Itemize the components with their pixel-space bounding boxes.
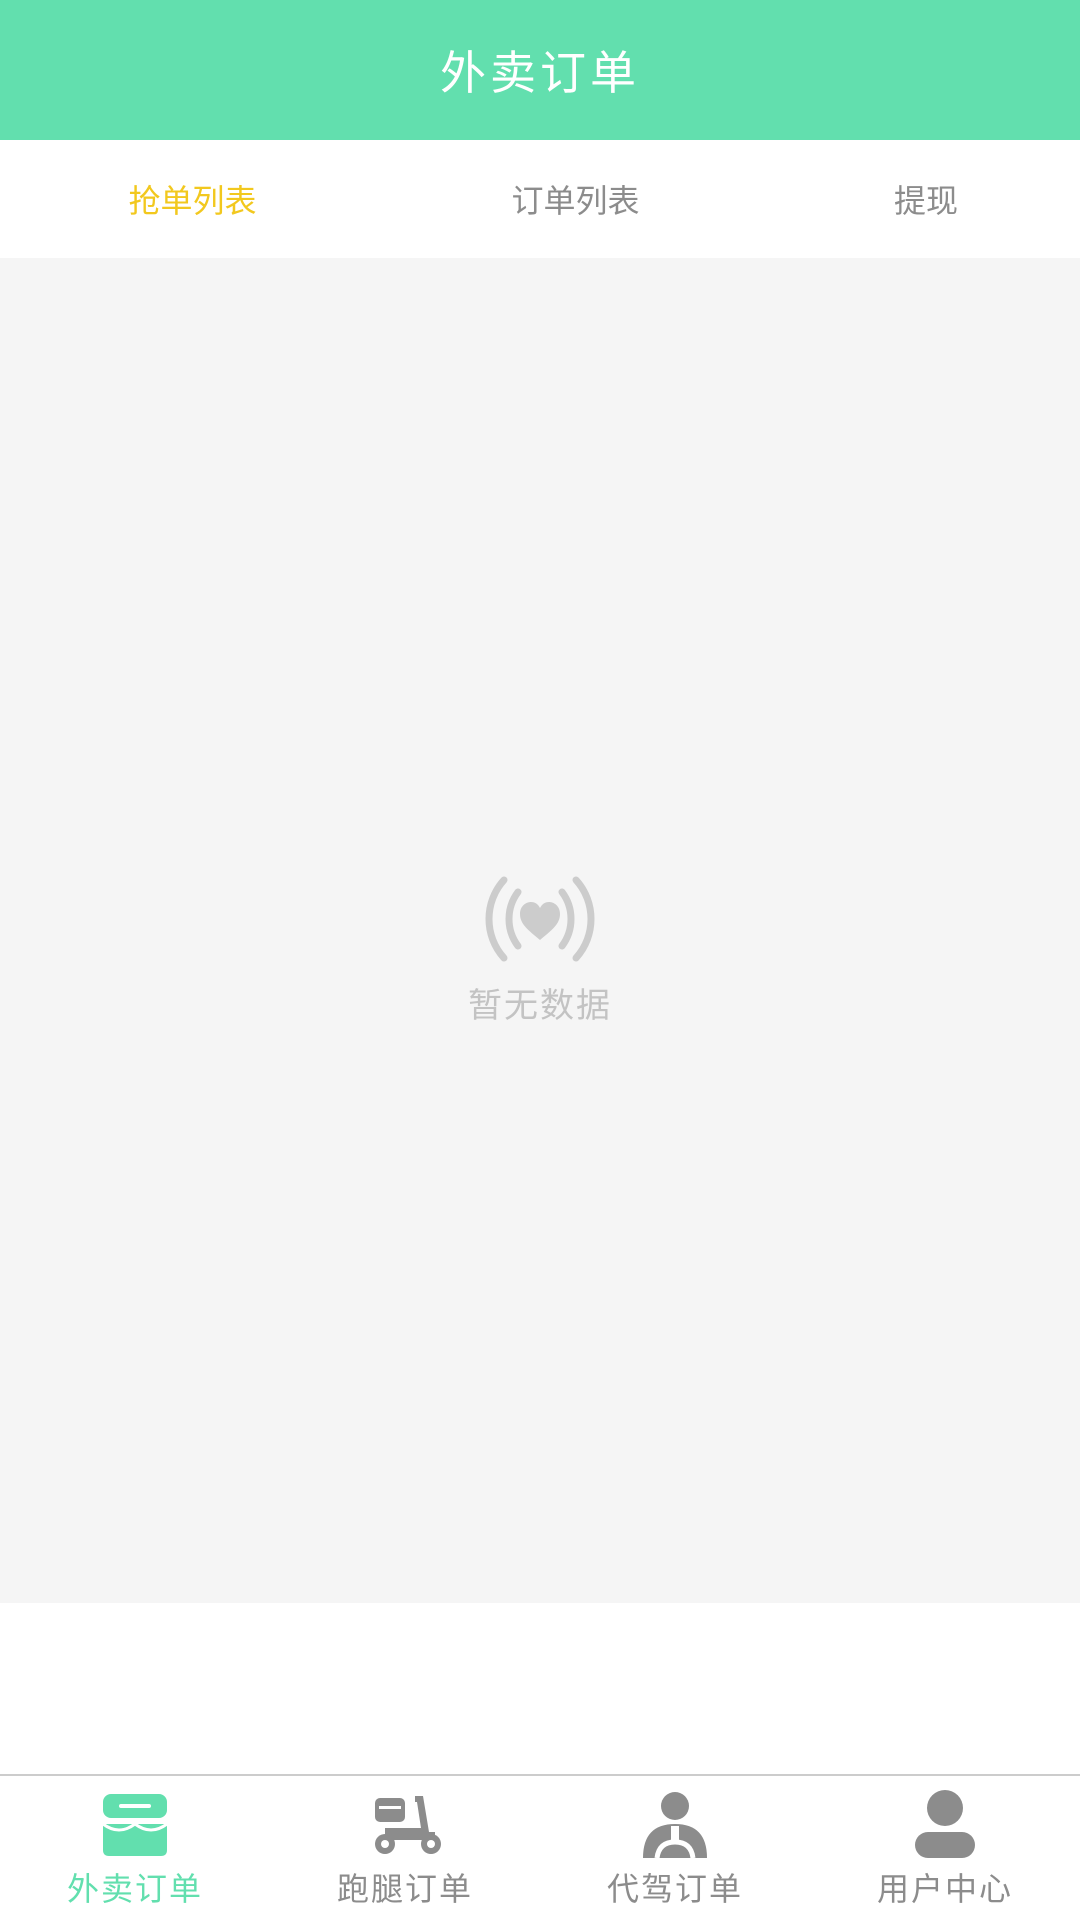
driver-icon bbox=[643, 1792, 707, 1859]
nav-item-errand-orders[interactable]: 跑腿订单 bbox=[270, 1776, 540, 1920]
tab-bar: 抢单列表 订单列表 提现 bbox=[0, 140, 1080, 258]
nav-label: 用户中心 bbox=[876, 1870, 1013, 1908]
tab-withdraw[interactable]: 提现 bbox=[826, 140, 1026, 258]
signal-heart-icon bbox=[485, 876, 595, 962]
nav-label: 代驾订单 bbox=[606, 1870, 743, 1908]
page-title: 外卖订单 bbox=[440, 46, 640, 100]
app-root: 外卖订单 抢单列表 订单列表 提现 暂无数据 外卖订单 跑腿订单 代驾订单 用户… bbox=[0, 0, 1080, 1920]
nav-item-takeout-orders[interactable]: 外卖订单 bbox=[0, 1776, 270, 1920]
nav-item-driver-orders[interactable]: 代驾订单 bbox=[540, 1776, 810, 1920]
header-bar: 外卖订单 bbox=[0, 0, 1080, 140]
nav-item-user-center[interactable]: 用户中心 bbox=[810, 1776, 1080, 1920]
store-icon bbox=[102, 1794, 168, 1856]
tab-grab-orders[interactable]: 抢单列表 bbox=[60, 140, 325, 258]
nav-label: 跑腿订单 bbox=[336, 1870, 473, 1908]
scooter-icon bbox=[375, 1796, 441, 1854]
bottom-nav: 外卖订单 跑腿订单 代驾订单 用户中心 bbox=[0, 1774, 1080, 1920]
tab-order-list[interactable]: 订单列表 bbox=[443, 140, 708, 258]
content-area: 暂无数据 bbox=[0, 258, 1080, 1603]
user-icon bbox=[915, 1790, 975, 1858]
empty-state-text: 暂无数据 bbox=[468, 986, 612, 1026]
nav-label: 外卖订单 bbox=[66, 1870, 203, 1908]
